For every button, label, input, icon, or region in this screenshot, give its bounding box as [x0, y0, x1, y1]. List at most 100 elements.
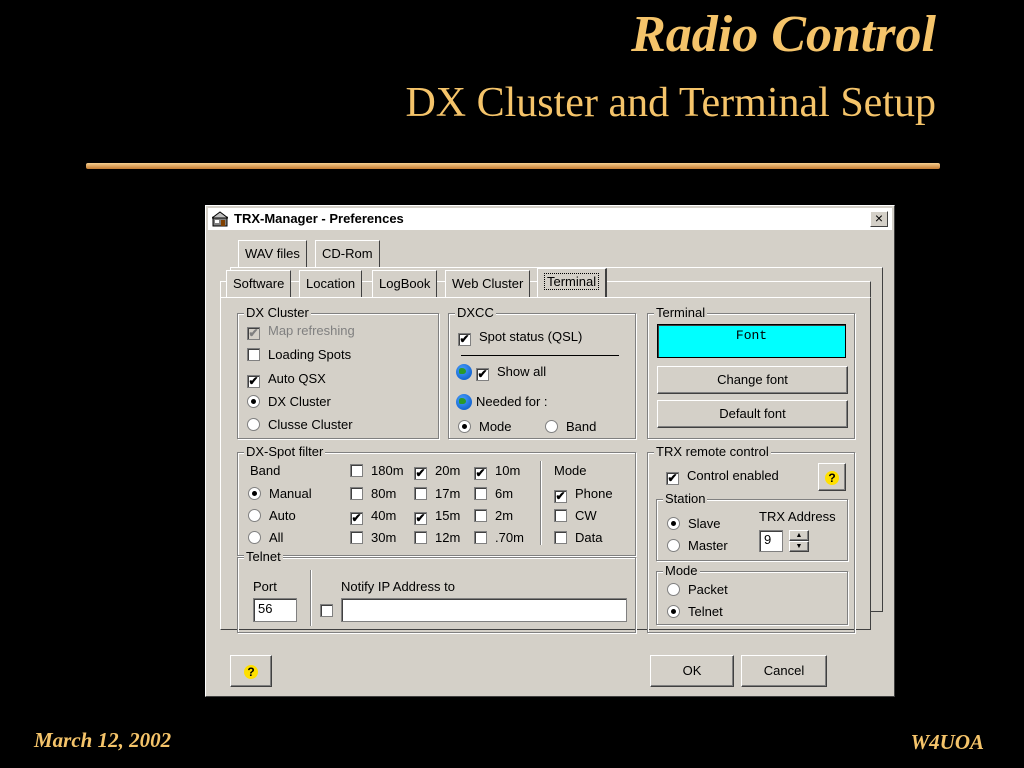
band-10m-checkbox[interactable]: ✔ 10m	[474, 463, 520, 480]
dxcc-legend: DXCC	[455, 305, 496, 321]
telnet-divider	[310, 570, 312, 626]
checkbox-box	[554, 531, 567, 544]
clusse-cluster-radio[interactable]: Clusse Cluster	[247, 417, 353, 433]
change-font-button[interactable]: Change font	[657, 366, 848, 394]
help-button[interactable]: ?	[230, 655, 272, 687]
tab-label: WAV files	[245, 246, 300, 261]
close-button[interactable]: ×	[870, 211, 888, 227]
title-bar[interactable]: TRX-Manager - Preferences ×	[208, 208, 892, 230]
band-80m-checkbox[interactable]: 80m	[350, 486, 396, 502]
ok-button[interactable]: OK	[650, 655, 734, 687]
checkbox-label: 2m	[495, 508, 514, 523]
radio-label: Manual	[269, 486, 312, 501]
slide-subtitle: DX Cluster and Terminal Setup	[405, 80, 936, 126]
notify-ip-input[interactable]	[341, 598, 627, 622]
radio-dot	[248, 487, 261, 500]
tab-software[interactable]: Software	[226, 270, 292, 297]
checkbox-label: 17m	[435, 486, 461, 501]
band-manual-radio[interactable]: Manual	[248, 486, 312, 502]
band-12m-checkbox[interactable]: 12m	[414, 530, 460, 546]
trx-address-input[interactable]: 9	[759, 530, 783, 552]
station-slave-radio[interactable]: Slave	[667, 516, 721, 532]
checkbox-label: Show all	[497, 364, 547, 379]
checkbox-label: Map refreshing	[268, 323, 355, 338]
radio-label: Slave	[688, 516, 721, 531]
tab-logbook[interactable]: LogBook	[372, 270, 438, 297]
trx-address-label: TRX Address	[759, 509, 836, 524]
station-master-radio[interactable]: Master	[667, 538, 728, 554]
radio-dot	[458, 420, 471, 433]
port-input[interactable]: 56	[253, 598, 297, 622]
tab-terminal[interactable]: Terminal	[537, 268, 608, 298]
radio-label: Mode	[479, 419, 512, 434]
radio-dot	[667, 539, 680, 552]
trx-address-down-button[interactable]: ▼	[789, 541, 809, 552]
band-40m-checkbox[interactable]: ✔ 40m	[350, 508, 396, 525]
show-all-checkbox[interactable]: ✔ Show all	[456, 364, 546, 381]
checkbox-box	[350, 464, 363, 477]
tab-location[interactable]: Location	[299, 270, 363, 297]
band-auto-radio[interactable]: Auto	[248, 508, 296, 524]
checkbox-label: Control enabled	[687, 468, 779, 483]
band-2m-checkbox[interactable]: 2m	[474, 508, 513, 524]
band-180m-checkbox[interactable]: 180m	[350, 463, 404, 479]
radio-label: Packet	[688, 582, 728, 597]
tab-web-cluster[interactable]: Web Cluster	[445, 270, 531, 297]
tab-label: Location	[306, 276, 356, 291]
mode-phone-checkbox[interactable]: ✔ Phone	[554, 486, 613, 503]
checkbox-box: ✔	[476, 367, 489, 381]
needed-mode-radio[interactable]: Mode	[458, 419, 512, 435]
dx-spot-filter-legend: DX-Spot filter	[244, 444, 326, 460]
checkbox-label: 10m	[495, 463, 521, 478]
checkbox-box: ✔	[554, 489, 567, 503]
mode-data-checkbox[interactable]: Data	[554, 530, 602, 546]
loading-spots-checkbox[interactable]: Loading Spots	[247, 347, 351, 363]
close-icon: ×	[874, 210, 884, 226]
radio-label: Clusse Cluster	[268, 417, 353, 432]
band-17m-checkbox[interactable]: 17m	[414, 486, 460, 502]
radio-dot	[667, 605, 680, 618]
checkbox-label: 80m	[371, 486, 397, 501]
band-20m-checkbox[interactable]: ✔ 20m	[414, 463, 460, 480]
preferences-window: TRX-Manager - Preferences × WAV files CD…	[205, 205, 895, 697]
dx-cluster-radio[interactable]: DX Cluster	[247, 394, 331, 410]
checkbox-box: ✔	[458, 332, 471, 346]
chevron-up-icon: ▲	[795, 532, 803, 539]
mode-divider	[540, 461, 542, 545]
station-group: Station Slave Master TRX Address 9 ▲ ▼	[656, 491, 848, 561]
auto-qsx-checkbox[interactable]: ✔ Auto QSX	[247, 371, 326, 388]
checkbox-label: 180m	[371, 463, 404, 478]
tab-wav-files[interactable]: WAV files	[238, 240, 307, 267]
remote-mode-legend: Mode	[663, 563, 700, 579]
checkbox-label: 12m	[435, 530, 461, 545]
mode-cw-checkbox[interactable]: CW	[554, 508, 597, 524]
band-15m-checkbox[interactable]: ✔ 15m	[414, 508, 460, 525]
spot-status-checkbox[interactable]: ✔ Spot status (QSL)	[458, 329, 582, 346]
checkbox-label: 6m	[495, 486, 514, 501]
trx-address-up-button[interactable]: ▲	[789, 530, 809, 541]
mode-telnet-radio[interactable]: Telnet	[667, 604, 723, 620]
title-rule	[86, 163, 940, 169]
port-label: Port	[253, 579, 277, 594]
checkbox-box: ✔	[414, 511, 427, 525]
footer-author: W4UOA	[910, 730, 984, 754]
band-all-radio[interactable]: All	[248, 530, 283, 546]
trx-help-button[interactable]: ?	[818, 463, 846, 491]
notify-ip-checkbox[interactable]	[320, 603, 341, 619]
band-70cm-checkbox[interactable]: .70m	[474, 530, 524, 546]
control-enabled-checkbox[interactable]: ✔ Control enabled	[666, 468, 779, 485]
band-6m-checkbox[interactable]: 6m	[474, 486, 513, 502]
map-refreshing-checkbox[interactable]: ✔ Map refreshing	[247, 323, 355, 340]
help-icon: ?	[244, 665, 258, 679]
tab-cd-rom[interactable]: CD-Rom	[315, 240, 380, 267]
checkbox-label: 15m	[435, 508, 461, 523]
band-30m-checkbox[interactable]: 30m	[350, 530, 396, 546]
needed-band-radio[interactable]: Band	[545, 419, 596, 435]
station-legend: Station	[663, 491, 708, 507]
cancel-button[interactable]: Cancel	[741, 655, 827, 687]
checkbox-label: Data	[575, 530, 603, 545]
trx-remote-group: TRX remote control ✔ Control enabled ? St…	[647, 444, 855, 633]
footer-date: March 12, 2002	[34, 728, 172, 752]
mode-packet-radio[interactable]: Packet	[667, 582, 728, 598]
default-font-button[interactable]: Default font	[657, 400, 848, 428]
